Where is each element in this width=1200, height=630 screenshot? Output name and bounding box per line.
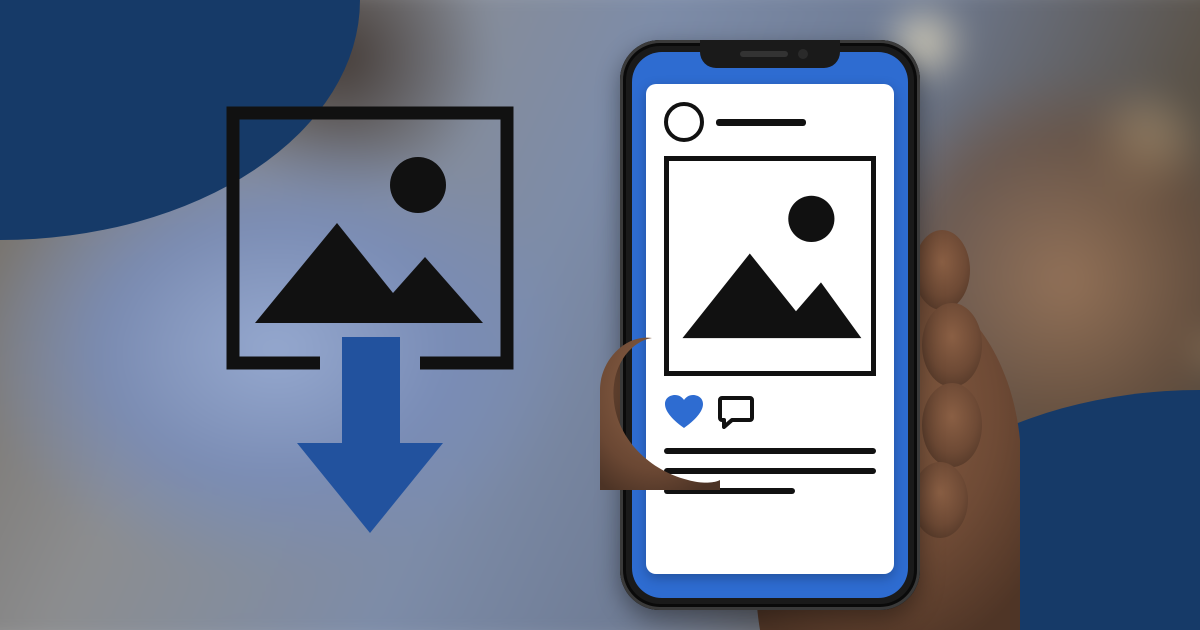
username-placeholder-line: [716, 119, 806, 126]
comment-icon[interactable]: [718, 395, 754, 429]
thumb-overlay: [600, 330, 720, 490]
image-placeholder-icon: [233, 113, 507, 363]
phone-notch: [700, 40, 840, 68]
smartphone-mockup: [620, 40, 920, 610]
phone-screen: [632, 52, 908, 598]
post-header: [664, 102, 876, 142]
social-post-card: [646, 84, 894, 574]
image-download-graphic: [225, 105, 515, 535]
avatar-placeholder-icon: [664, 102, 704, 142]
